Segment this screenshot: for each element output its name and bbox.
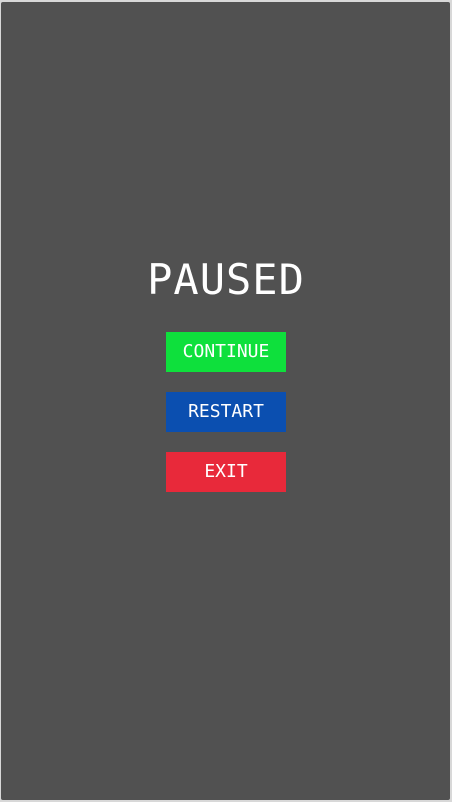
continue-button[interactable]: CONTINUE bbox=[166, 332, 286, 372]
pause-title: PAUSED bbox=[147, 255, 305, 304]
window-frame: PAUSED CONTINUE RESTART EXIT bbox=[0, 0, 452, 802]
restart-button[interactable]: RESTART bbox=[166, 392, 286, 432]
exit-button[interactable]: EXIT bbox=[166, 452, 286, 492]
